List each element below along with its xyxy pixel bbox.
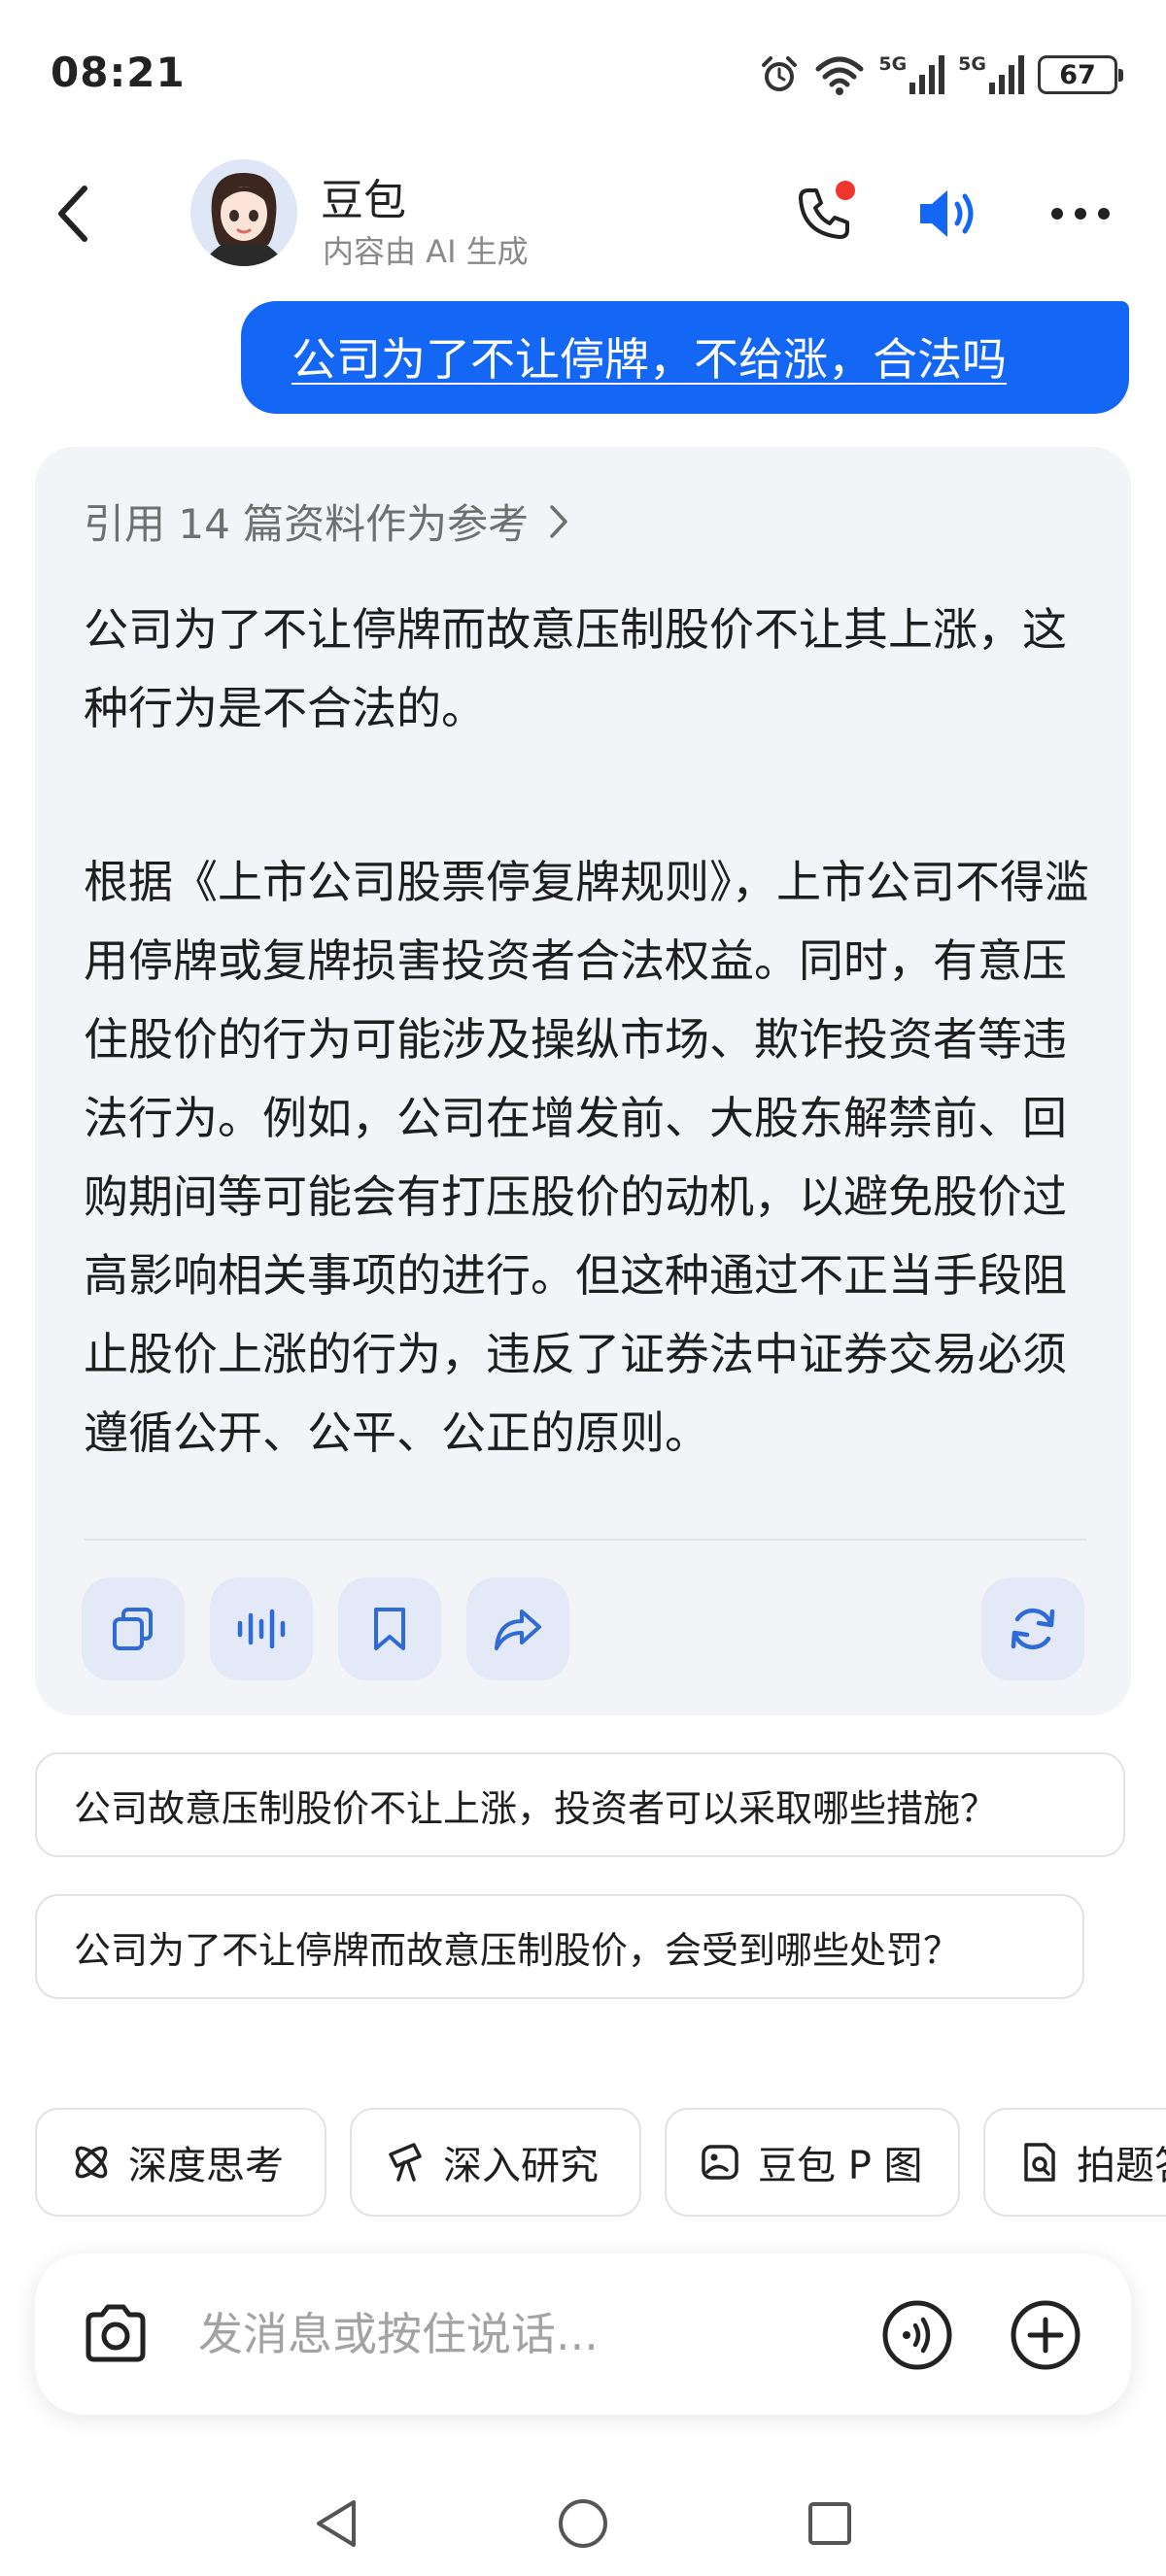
status-icons: 5G 5G 67: [758, 49, 1123, 101]
camera-button[interactable]: [74, 2292, 157, 2376]
user-message-bubble[interactable]: 公司为了不让停牌，不给涨，合法吗: [241, 301, 1129, 414]
square-recents-icon: [808, 2502, 851, 2545]
suggested-question[interactable]: 公司为了不让停牌而故意压制股价，会受到哪些处罚？: [35, 1894, 1084, 1999]
reference-link[interactable]: 引用 14 篇资料作为参考: [84, 491, 569, 551]
voice-icon: [882, 2300, 952, 2370]
notification-dot: [836, 181, 855, 200]
regenerate-button[interactable]: [981, 1577, 1084, 1680]
more-icon: [1051, 208, 1110, 220]
read-aloud-button[interactable]: [210, 1577, 313, 1680]
network-label-1: 5G: [878, 53, 908, 75]
document-search-icon: [1024, 2143, 1055, 2182]
ai-paragraph-1: 公司为了不让停牌而故意压制股价不让其上涨，这种行为是不合法的。: [84, 603, 1067, 734]
chip-label: 豆包 P 图: [758, 2144, 923, 2188]
system-nav-bar: [0, 2467, 1166, 2576]
copy-icon: [113, 1608, 153, 1650]
back-button[interactable]: [39, 175, 107, 253]
status-bar: 08:21 5G 5G 67: [0, 0, 1166, 146]
plus-icon: [1011, 2300, 1080, 2370]
nav-back-button[interactable]: [297, 2485, 375, 2562]
quick-actions-row: 深度思考 深入研究 豆包 P 图 拍题答疑: [35, 2108, 1166, 2219]
battery-level: 67: [1059, 59, 1096, 90]
bookmark-icon: [374, 1608, 405, 1650]
copy-button[interactable]: [82, 1577, 185, 1680]
circle-home-icon: [559, 2499, 607, 2548]
nav-recents-button[interactable]: [791, 2485, 869, 2562]
chevron-left-icon: [58, 186, 87, 242]
chip-deep-thinking[interactable]: 深度思考: [35, 2108, 326, 2217]
refresh-icon: [1011, 1608, 1055, 1650]
image-edit-icon: [702, 2145, 738, 2180]
ai-paragraph-2: 根据《上市公司股票停复牌规则》，上市公司不得滥用停牌或复牌损害投资者合法权益。同…: [84, 856, 1089, 1459]
atom-icon: [75, 2146, 108, 2179]
triangle-back-icon: [317, 2500, 356, 2547]
ai-disclaimer: 内容由 AI 生成: [323, 233, 529, 270]
network-label-2: 5G: [958, 53, 986, 75]
speaker-icon: [920, 190, 974, 237]
divider: [84, 1539, 1086, 1541]
user-message-text: 公司为了不让停牌，不给涨，合法吗: [292, 333, 1007, 386]
message-input[interactable]: [198, 2300, 742, 2368]
chip-photo-question[interactable]: 拍题答疑: [983, 2108, 1166, 2217]
voice-call-button[interactable]: [878, 2296, 956, 2374]
call-button[interactable]: [785, 175, 863, 253]
chip-deep-research[interactable]: 深入研究: [350, 2108, 641, 2217]
wifi-icon: [814, 53, 865, 96]
camera-icon: [86, 2304, 146, 2362]
suggested-question-text: 公司为了不让停牌而故意压制股价，会受到哪些处罚？: [74, 1928, 961, 1972]
more-button[interactable]: [1042, 175, 1119, 253]
add-button[interactable]: [1007, 2296, 1084, 2374]
bookmark-button[interactable]: [338, 1577, 441, 1680]
battery-indicator: 67: [1038, 55, 1123, 94]
chip-label: 拍题答疑: [1077, 2144, 1166, 2188]
chip-label: 深度思考: [128, 2144, 284, 2188]
reference-label: 引用 14 篇资料作为参考: [84, 500, 530, 548]
chevron-right-icon: [550, 504, 567, 538]
chip-image-edit[interactable]: 豆包 P 图: [665, 2108, 960, 2217]
message-input-bar: [35, 2254, 1131, 2415]
suggested-question-text: 公司故意压制股价不让上涨，投资者可以采取哪些措施？: [74, 1786, 998, 1830]
chip-label: 深入研究: [443, 2144, 599, 2188]
share-button[interactable]: [466, 1577, 569, 1680]
telescope-icon: [389, 2143, 422, 2182]
suggested-question[interactable]: 公司故意压制股价不让上涨，投资者可以采取哪些措施？: [35, 1752, 1125, 1857]
signal-1-icon: 5G: [878, 53, 945, 94]
share-icon: [495, 1610, 541, 1650]
signal-2-icon: 5G: [958, 55, 1024, 94]
avatar[interactable]: [190, 159, 297, 266]
speaker-button[interactable]: [911, 175, 989, 253]
chat-header: 豆包 内容由 AI 生成: [0, 146, 1166, 282]
chat-title: 豆包: [321, 176, 406, 225]
audio-wave-icon: [237, 1609, 286, 1649]
status-time: 08:21: [51, 49, 186, 96]
alarm-icon: [758, 53, 801, 96]
ai-reply-card: 引用 14 篇资料作为参考 公司为了不让停牌而故意压制股价不让其上涨，这种行为是…: [35, 447, 1131, 1715]
nav-home-button[interactable]: [544, 2485, 622, 2562]
